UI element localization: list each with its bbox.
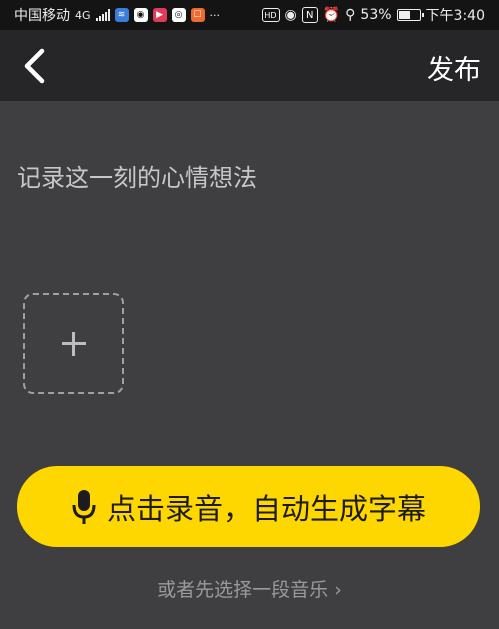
record-audio-button[interactable]: 点击录音，自动生成字幕: [17, 466, 480, 547]
hd-icon: HD: [261, 8, 280, 22]
nfc-icon: N: [301, 7, 318, 23]
publish-button[interactable]: 发布: [427, 48, 481, 87]
chevron-left-icon: [24, 48, 45, 84]
status-right: HD ◉ N ⏰ ⚲ 53% 下午3:40: [261, 5, 485, 25]
signal-icon: [95, 9, 110, 21]
app-icon: ☐: [190, 8, 205, 22]
add-media-button[interactable]: [23, 293, 124, 394]
chevron-right-icon: ›: [334, 579, 342, 601]
choose-music-label: 或者先选择一段音乐: [157, 579, 329, 601]
location-icon: ⚲: [345, 7, 356, 23]
battery-percent: 53%: [360, 7, 392, 23]
battery-icon: [396, 9, 424, 21]
back-button[interactable]: [20, 48, 50, 84]
clock-time: 下午3:40: [425, 8, 485, 24]
qq-icon: ◉: [133, 8, 148, 22]
choose-music-link[interactable]: 或者先选择一段音乐 ›: [0, 575, 499, 602]
plus-icon: [61, 331, 86, 356]
eye-icon: ◉: [284, 7, 297, 23]
microphone-icon: [72, 489, 96, 524]
status-left: 中国移动 4G ≋ ◉ ▶ ◎ ☐ ···: [14, 5, 220, 25]
status-bar: 中国移动 4G ≋ ◉ ▶ ◎ ☐ ··· HD ◉ N ⏰ ⚲ 53% 下午3…: [0, 0, 499, 30]
network-type: 4G: [75, 8, 91, 22]
more-icon: ···: [209, 8, 221, 22]
wifi-icon: ≋: [114, 8, 129, 22]
mood-text-input[interactable]: 记录这一刻的心情想法: [17, 158, 257, 193]
notification-icon: ◎: [171, 8, 186, 22]
app-header: 发布: [0, 30, 499, 101]
alarm-icon: ⏰: [322, 7, 341, 23]
record-button-label: 点击录音，自动生成字幕: [106, 491, 426, 526]
carrier-label: 中国移动: [14, 8, 70, 24]
video-app-icon: ▶: [152, 8, 167, 22]
